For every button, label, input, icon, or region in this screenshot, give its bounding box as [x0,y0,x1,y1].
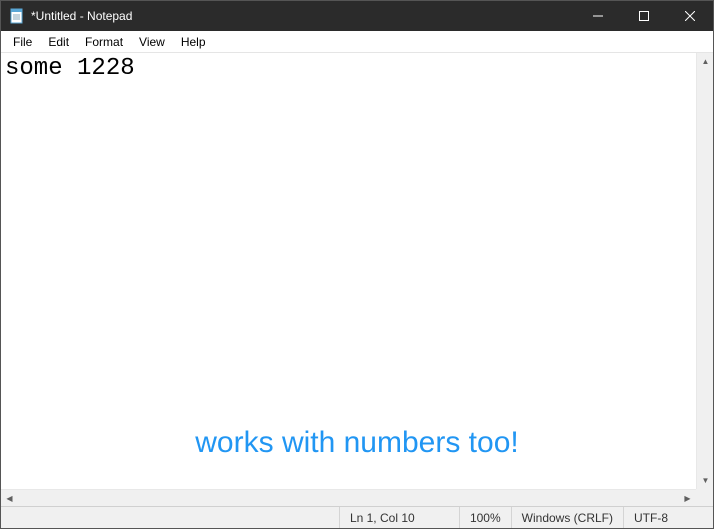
scrollbar-corner [696,489,713,506]
titlebar[interactable]: *Untitled - Notepad [1,1,713,31]
menu-view[interactable]: View [131,33,173,51]
status-zoom: 100% [459,507,511,528]
maximize-button[interactable] [621,1,667,31]
horizontal-scrollbar[interactable]: ◀ ▶ [1,489,696,506]
notepad-icon [9,8,25,24]
text-editor[interactable]: some 1228 [1,53,696,489]
scroll-left-icon[interactable]: ◀ [1,490,18,507]
status-encoding: UTF-8 [623,507,713,528]
menu-edit[interactable]: Edit [40,33,77,51]
window-title: *Untitled - Notepad [31,9,132,23]
scroll-down-icon[interactable]: ▼ [697,472,714,489]
status-cursor-position: Ln 1, Col 10 [339,507,459,528]
menu-format[interactable]: Format [77,33,131,51]
window-controls [575,1,713,31]
menu-help[interactable]: Help [173,33,214,51]
scroll-right-icon[interactable]: ▶ [679,490,696,507]
status-line-ending: Windows (CRLF) [511,507,623,528]
menu-file[interactable]: File [5,33,40,51]
menubar: File Edit Format View Help [1,31,713,53]
statusbar: Ln 1, Col 10 100% Windows (CRLF) UTF-8 [1,506,713,528]
minimize-button[interactable] [575,1,621,31]
editor-area: some 1228 ▲ ▼ ◀ ▶ [1,53,713,506]
close-button[interactable] [667,1,713,31]
scroll-up-icon[interactable]: ▲ [697,53,714,70]
vertical-scrollbar[interactable]: ▲ ▼ [696,53,713,489]
